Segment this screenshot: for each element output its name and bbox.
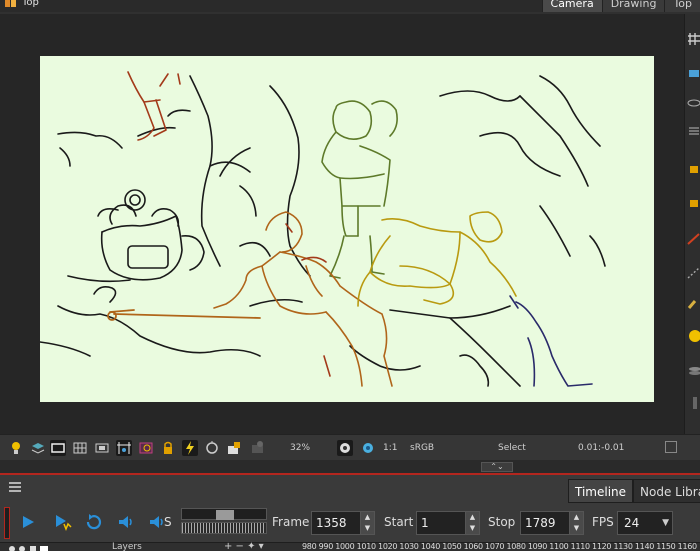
right-toolbar	[684, 14, 700, 434]
frame-value[interactable]: 1358	[316, 516, 347, 530]
fps-label: FPS	[592, 515, 614, 529]
stop-value[interactable]: 1789	[525, 516, 556, 530]
panel-menu-icon[interactable]	[8, 481, 22, 493]
stop-down-icon[interactable]: ▼	[569, 523, 583, 534]
lock-all-icon[interactable]	[687, 194, 700, 208]
scrubber-track[interactable]	[181, 508, 267, 520]
transform-icon[interactable]	[687, 232, 700, 246]
stack-icon[interactable]	[687, 364, 700, 378]
sound-icon[interactable]	[116, 512, 136, 532]
onion-skin-icon[interactable]	[687, 96, 700, 110]
view-logo-icon	[5, 0, 16, 7]
view-tabs: Camera Drawing Top	[541, 0, 700, 12]
view-header: Top Camera Drawing Top	[0, 0, 700, 12]
cursor-coordinates: 0.01:-0.01	[578, 443, 625, 453]
render-settings-icon[interactable]	[360, 440, 376, 456]
viewport-checkbox[interactable]	[665, 441, 677, 453]
scrubber-ticks	[181, 522, 267, 534]
loop-icon[interactable]	[84, 512, 104, 532]
stop-label: Stop	[488, 515, 516, 529]
lock-icon[interactable]	[687, 160, 700, 174]
start-value[interactable]: 1	[421, 516, 429, 530]
play-icon[interactable]	[18, 512, 38, 532]
viewport-status-bar: 32% 1:1 sRGB Select 0.01:-0.01	[0, 434, 700, 460]
frame-up-icon[interactable]: ▲	[360, 512, 374, 523]
frame-scrubber[interactable]	[181, 508, 267, 536]
render-icon[interactable]	[250, 440, 266, 456]
timeline-panel: Timeline Node Library S Frame 1358 ▲ ▼ S…	[0, 473, 700, 551]
onion-skin-toggle-icon[interactable]	[138, 440, 154, 456]
tab-timeline[interactable]: Timeline	[568, 479, 634, 503]
timeline-tabs: Timeline Node Library	[568, 479, 700, 503]
collapse-arrows-icon[interactable]: ⌃⌄	[481, 462, 513, 472]
scroll-icon[interactable]	[687, 396, 700, 410]
camera-viewport[interactable]	[0, 14, 684, 434]
panel-splitter[interactable]: ⌃⌄	[0, 460, 700, 473]
chevron-down-icon[interactable]: ▼	[662, 512, 669, 534]
stop-up-icon[interactable]: ▲	[569, 512, 583, 523]
app-window: Top Camera Drawing Top 32% 1:1 sRGB Sele…	[0, 0, 700, 551]
brush-icon[interactable]	[687, 296, 700, 310]
record-indicator	[4, 507, 10, 539]
lock-toggle-icon[interactable]	[160, 440, 176, 456]
path-icon[interactable]	[687, 266, 700, 280]
start-up-icon[interactable]: ▲	[465, 512, 479, 523]
safe-area-icon[interactable]	[50, 440, 66, 456]
flash-icon[interactable]	[182, 440, 198, 456]
camera-lock-icon[interactable]	[226, 440, 242, 456]
grid-toggle-icon[interactable]	[72, 440, 88, 456]
frame-label: Frame	[272, 515, 310, 529]
layers-icon[interactable]	[687, 124, 700, 138]
light-icon[interactable]	[687, 328, 700, 342]
layers-label: Layers	[112, 542, 142, 551]
start-field[interactable]: 1 ▲ ▼	[416, 511, 480, 535]
start-down-icon[interactable]: ▼	[465, 523, 479, 534]
tab-top[interactable]: Top	[664, 0, 700, 12]
layer-toggle-icons[interactable]	[8, 544, 72, 551]
light-table-icon[interactable]	[8, 440, 24, 456]
camera-icon[interactable]	[687, 66, 700, 80]
frame-down-icon[interactable]: ▼	[360, 523, 374, 534]
layer-stack-icon[interactable]	[30, 440, 46, 456]
tab-node-library[interactable]: Node Library	[633, 479, 700, 503]
quality-settings-icon[interactable]	[337, 440, 353, 456]
tab-camera[interactable]: Camera	[541, 0, 602, 12]
reset-view-icon[interactable]	[204, 440, 220, 456]
drawing-canvas[interactable]	[40, 56, 654, 402]
view-title: Top	[22, 0, 39, 8]
preview-icon[interactable]	[94, 440, 110, 456]
grid-icon[interactable]	[687, 32, 700, 46]
sound-label: S	[164, 515, 172, 529]
pixel-ratio[interactable]: 1:1	[383, 443, 397, 453]
zoom-level[interactable]: 32%	[290, 443, 310, 453]
stop-field[interactable]: 1789 ▲ ▼	[520, 511, 584, 535]
tab-drawing[interactable]: Drawing	[601, 0, 665, 12]
fps-select[interactable]: 24 ▼	[617, 511, 673, 535]
frame-ruler[interactable]: 980 990 1000 1010 1020 1030 1040 1050 10…	[302, 542, 700, 551]
color-space[interactable]: sRGB	[410, 443, 434, 453]
current-tool: Select	[498, 443, 526, 453]
sketch-drawing	[40, 71, 606, 387]
start-label: Start	[384, 515, 414, 529]
camera-mask-icon[interactable]	[116, 440, 132, 456]
layer-controls[interactable]: + − ✦ ▾	[224, 541, 264, 551]
layers-header: Layers + − ✦ ▾ 980 990 1000 1010 1020 10…	[0, 541, 700, 551]
fps-value[interactable]: 24	[624, 516, 639, 530]
play-selection-icon[interactable]	[52, 512, 72, 532]
frame-field[interactable]: 1358 ▲ ▼	[311, 511, 375, 535]
scrubber-thumb[interactable]	[216, 510, 234, 520]
